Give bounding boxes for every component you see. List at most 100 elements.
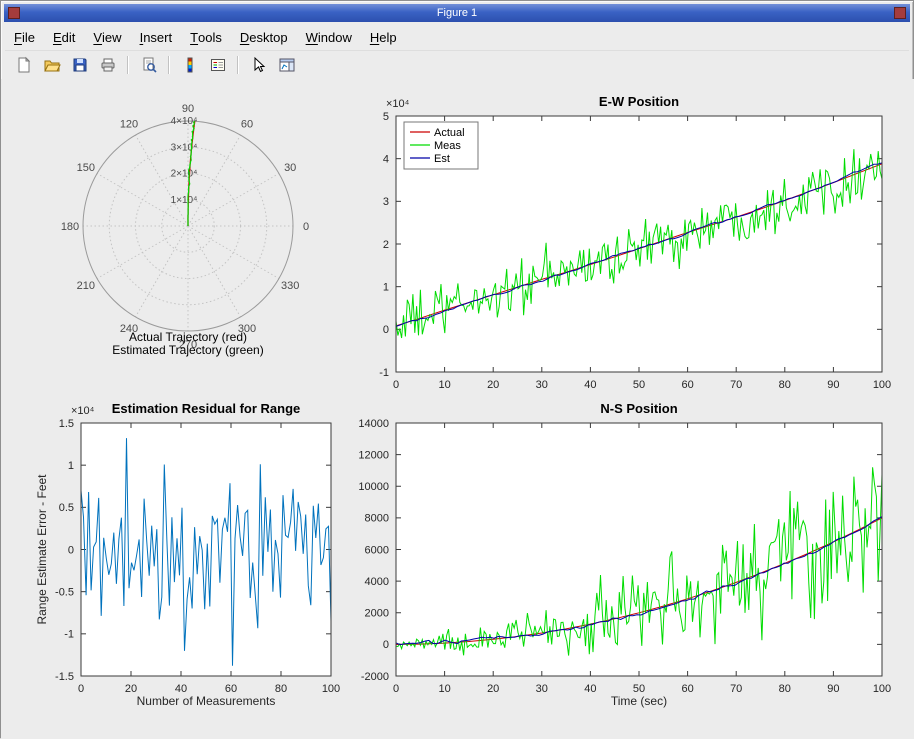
svg-text:90: 90 (827, 379, 839, 391)
svg-text:Number of Measurements: Number of Measurements (137, 694, 276, 708)
insert-legend-icon (209, 56, 227, 74)
show-plot-tools-icon (278, 56, 296, 74)
svg-text:0: 0 (393, 683, 399, 695)
svg-text:150: 150 (77, 162, 95, 174)
svg-text:1×10⁴: 1×10⁴ (171, 195, 198, 206)
svg-text:-2000: -2000 (361, 671, 389, 683)
polar-trajectory-plot: 03060901201501802102402703003301×10⁴2×10… (56, 101, 326, 369)
svg-text:100: 100 (322, 683, 340, 695)
svg-text:1.5: 1.5 (59, 418, 74, 430)
svg-text:×10⁴: ×10⁴ (386, 98, 410, 110)
svg-text:100: 100 (873, 379, 891, 391)
window-title: Figure 1 (24, 4, 890, 22)
svg-text:14000: 14000 (358, 418, 389, 430)
svg-text:210: 210 (77, 280, 95, 292)
svg-text:4000: 4000 (365, 576, 389, 588)
new-figure-icon (15, 56, 33, 74)
svg-text:1: 1 (383, 282, 389, 294)
ew-position-plot: 0102030405060708090100-1012345E-W Positi… (361, 91, 909, 397)
toolbar-separator (168, 56, 170, 74)
svg-text:0: 0 (68, 544, 74, 556)
toolbar (5, 50, 909, 80)
svg-text:90: 90 (827, 683, 839, 695)
svg-text:70: 70 (730, 683, 742, 695)
svg-text:90: 90 (182, 103, 194, 115)
edit-plot-button[interactable] (246, 53, 271, 78)
svg-text:6000: 6000 (365, 544, 389, 556)
svg-text:3: 3 (383, 196, 389, 208)
svg-text:40: 40 (584, 683, 596, 695)
menu-bar: File Edit View Insert Tools Desktop Wind… (5, 24, 909, 50)
svg-text:330: 330 (281, 280, 299, 292)
print-preview-icon (140, 56, 158, 74)
svg-text:30: 30 (536, 683, 548, 695)
menu-tools[interactable]: Tools (181, 24, 231, 50)
svg-text:20: 20 (487, 379, 499, 391)
svg-text:Est: Est (434, 153, 450, 165)
ns-position-plot: 0102030405060708090100-20000200040006000… (361, 396, 909, 726)
svg-text:0: 0 (78, 683, 84, 695)
open-file-icon (43, 56, 61, 74)
insert-colorbar-button[interactable] (177, 53, 202, 78)
svg-text:0: 0 (393, 379, 399, 391)
svg-text:1: 1 (68, 460, 74, 472)
menu-desktop[interactable]: Desktop (231, 24, 297, 50)
menu-window[interactable]: Window (297, 24, 361, 50)
svg-text:Actual Trajectory (red): Actual Trajectory (red) (129, 330, 247, 344)
svg-text:40: 40 (584, 379, 596, 391)
save-figure-icon (71, 56, 89, 74)
save-figure-button[interactable] (67, 53, 92, 78)
svg-text:Estimation Residual for Range: Estimation Residual for Range (112, 401, 301, 416)
print-figure-button[interactable] (95, 53, 120, 78)
svg-text:-1.5: -1.5 (55, 671, 74, 683)
svg-text:10: 10 (438, 379, 450, 391)
titlebar[interactable]: Figure 1 (4, 4, 910, 22)
svg-text:0.5: 0.5 (59, 502, 74, 514)
print-figure-icon (99, 56, 117, 74)
svg-text:0: 0 (303, 221, 309, 233)
toolbar-separator (237, 56, 239, 74)
svg-text:100: 100 (873, 683, 891, 695)
svg-text:60: 60 (681, 379, 693, 391)
svg-text:3×10⁴: 3×10⁴ (171, 142, 198, 153)
svg-text:10: 10 (438, 683, 450, 695)
svg-text:60: 60 (241, 119, 253, 131)
svg-text:120: 120 (120, 119, 138, 131)
window-menu-button[interactable] (8, 7, 20, 19)
close-button[interactable] (894, 7, 906, 19)
svg-text:E-W Position: E-W Position (599, 94, 679, 109)
range-residual-plot: 020406080100-1.5-1-0.500.511.5Estimation… (29, 396, 354, 726)
open-file-button[interactable] (39, 53, 64, 78)
menu-help[interactable]: Help (361, 24, 406, 50)
svg-text:Time (sec): Time (sec) (611, 694, 667, 708)
menu-view[interactable]: View (84, 24, 130, 50)
insert-legend-button[interactable] (205, 53, 230, 78)
svg-text:80: 80 (779, 683, 791, 695)
insert-colorbar-icon (181, 56, 199, 74)
svg-text:70: 70 (730, 379, 742, 391)
svg-text:-1: -1 (64, 629, 74, 641)
edit-plot-icon (250, 56, 268, 74)
figure-window: Figure 1 File Edit View Insert Tools Des… (0, 0, 914, 738)
svg-text:80: 80 (779, 379, 791, 391)
svg-text:2×10⁴: 2×10⁴ (171, 169, 198, 180)
menu-edit[interactable]: Edit (44, 24, 84, 50)
svg-text:30: 30 (284, 162, 296, 174)
svg-text:80: 80 (275, 683, 287, 695)
svg-text:Meas: Meas (434, 140, 461, 152)
svg-text:Actual: Actual (434, 127, 465, 139)
show-plot-tools-button[interactable] (274, 53, 299, 78)
menu-file[interactable]: File (5, 24, 44, 50)
menu-insert[interactable]: Insert (131, 24, 182, 50)
svg-text:12000: 12000 (358, 449, 389, 461)
svg-text:×10⁴: ×10⁴ (71, 405, 95, 417)
svg-text:50: 50 (633, 379, 645, 391)
svg-text:0: 0 (383, 324, 389, 336)
svg-text:5: 5 (383, 111, 389, 123)
svg-text:60: 60 (681, 683, 693, 695)
print-preview-button[interactable] (136, 53, 161, 78)
new-figure-button[interactable] (11, 53, 36, 78)
svg-text:2000: 2000 (365, 608, 389, 620)
svg-text:-0.5: -0.5 (55, 587, 74, 599)
svg-text:4: 4 (383, 154, 389, 166)
